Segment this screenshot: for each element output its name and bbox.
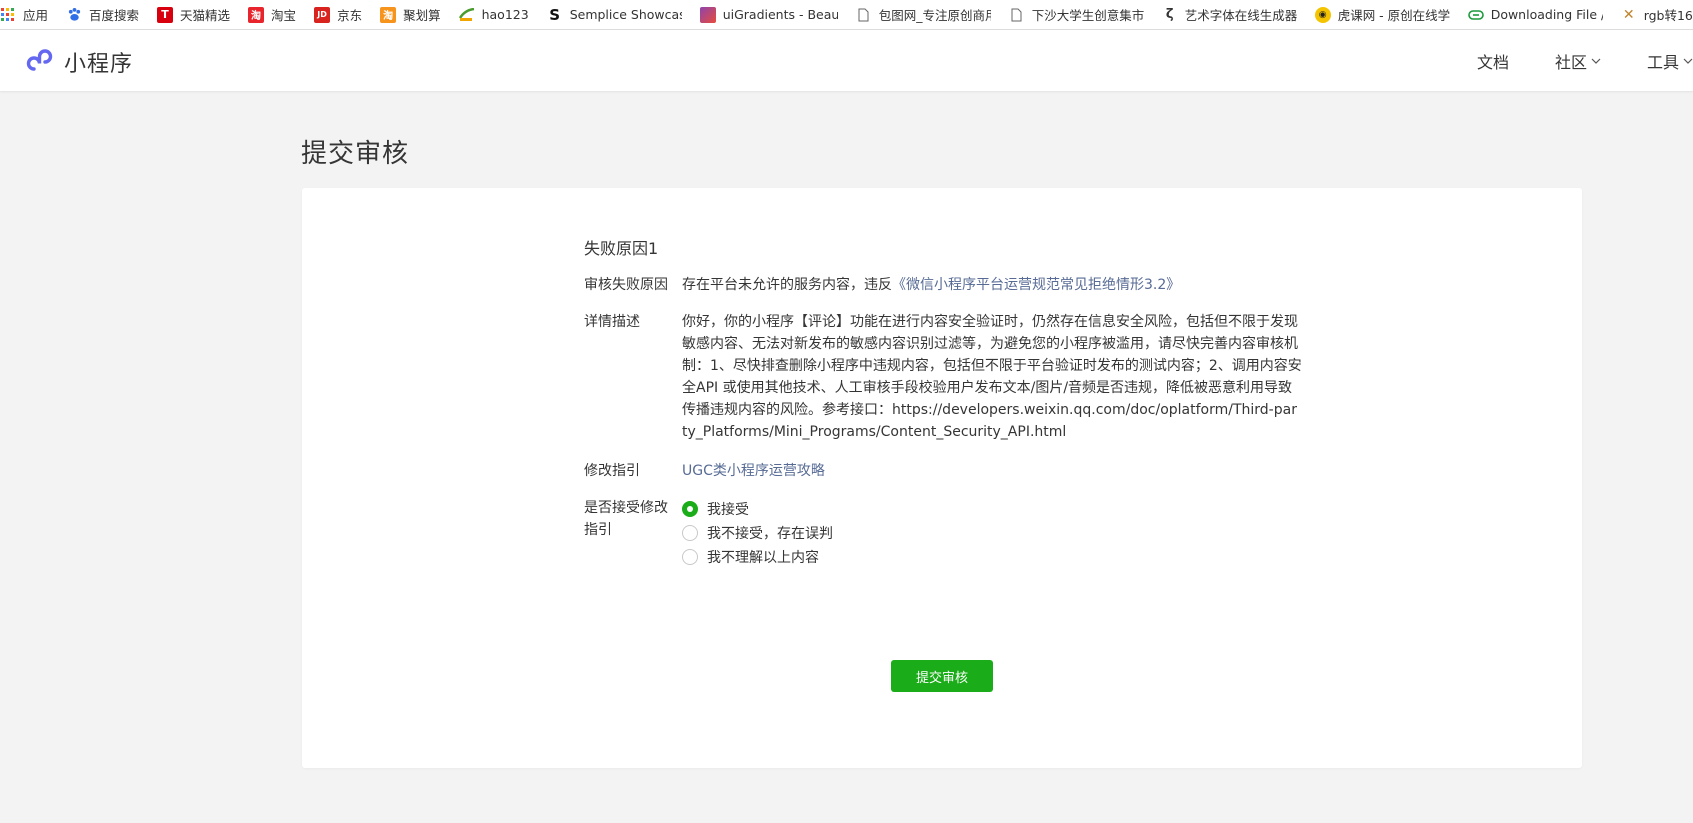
- radio-not-accept-misjudged[interactable]: 我不接受，存在误判: [682, 523, 833, 543]
- chevron-down-icon: [1591, 56, 1601, 67]
- bookmark-label: 包图网_专注原创商用: [878, 8, 991, 23]
- bookmark-label: 淘宝: [271, 8, 297, 23]
- bookmark-label: uiGradients - Beaut: [722, 7, 838, 22]
- page-icon: [856, 7, 872, 23]
- bookmark-label: 聚划算: [403, 8, 441, 23]
- top-navigation: 小程序 文档 社区 工具: [0, 30, 1693, 92]
- fail-reason-heading: 失败原因1: [584, 239, 659, 258]
- bookmark-hao123[interactable]: hao123: [453, 0, 535, 29]
- detail-description: 你好，你的小程序【评论】功能在进行内容安全验证时，仍然存在信息安全风险，包括但不…: [682, 314, 1302, 440]
- ugc-guide-link[interactable]: UGC类小程序运营攻略: [682, 463, 825, 479]
- fail-reason-text: 存在平台未允许的服务内容，违反: [682, 277, 892, 293]
- bookmark-semplice[interactable]: S Semplice Showcase: [541, 0, 688, 29]
- tools-icon: ✕: [1622, 6, 1635, 23]
- taobao-icon: 淘: [248, 6, 265, 23]
- radio-accept[interactable]: 我接受: [682, 499, 749, 519]
- bookmarks-bar: 应用 百度搜索 T 天猫精选 淘 淘宝 JD 京东 淘 聚划算 hao123 S…: [0, 0, 1693, 30]
- bookmark-label: Downloading File /: [1490, 7, 1603, 22]
- accept-guide-label: 是否接受修改指引: [584, 500, 668, 538]
- tmall-icon: T: [157, 6, 174, 23]
- bookmark-baotu[interactable]: 包图网_专注原创商用: [850, 0, 997, 29]
- semplice-icon: S: [549, 5, 561, 24]
- bookmark-label: 虎课网 - 原创在线学: [1337, 8, 1450, 23]
- juhuasuan-icon: 淘: [380, 6, 397, 23]
- radio-checked-icon: [682, 501, 698, 517]
- bookmark-rgb[interactable]: ✕ rgb转16进制: [1615, 0, 1693, 29]
- bookmark-label: 天猫精选: [180, 8, 231, 23]
- uigradients-icon: [699, 6, 716, 23]
- mini-program-logo-icon: [24, 45, 56, 79]
- bookmark-uigradients[interactable]: uiGradients - Beaut: [694, 0, 844, 29]
- bookmark-label: rgb转16进制: [1643, 8, 1693, 23]
- radio-unchecked-icon: [682, 549, 698, 565]
- fail-reason-label: 审核失败原因: [584, 277, 668, 293]
- bookmark-tmall[interactable]: T 天猫精选: [151, 0, 236, 29]
- bookmark-label: 下沙大学生创意集市(: [1031, 8, 1144, 23]
- guide-label: 修改指引: [584, 463, 640, 479]
- nav-community-label: 社区: [1554, 53, 1587, 72]
- nav-docs[interactable]: 文档: [1477, 49, 1509, 73]
- radio-not-accept-label: 我不接受，存在误判: [707, 526, 833, 542]
- nav-tools[interactable]: 工具: [1647, 49, 1693, 73]
- bookmark-juhuasuan[interactable]: 淘 聚划算: [374, 0, 447, 29]
- bookmark-downloading[interactable]: Downloading File /: [1462, 0, 1609, 29]
- radio-accept-label: 我接受: [707, 502, 749, 518]
- bookmark-baidu[interactable]: 百度搜索: [60, 0, 145, 29]
- chevron-down-icon: [1683, 56, 1693, 67]
- page-icon: [1009, 7, 1025, 23]
- bookmark-xiasha[interactable]: 下沙大学生创意集市(: [1003, 0, 1150, 29]
- hukewang-icon: ◉: [1314, 6, 1331, 23]
- baidu-paw-icon: [66, 7, 82, 23]
- bookmark-label: 京东: [337, 8, 363, 23]
- fail-reason-value: 存在平台未允许的服务内容，违反《微信小程序平台运营规范常见拒绝情形3.2》: [682, 274, 1180, 296]
- bookmark-label: 应用: [23, 8, 49, 23]
- radio-unchecked-icon: [682, 525, 698, 541]
- bookmark-hukewang[interactable]: ◉ 虎课网 - 原创在线学: [1309, 0, 1456, 29]
- download-link-icon: [1467, 7, 1484, 23]
- bookmark-label: 百度搜索: [89, 8, 140, 23]
- radio-dont-understand-label: 我不理解以上内容: [707, 550, 819, 566]
- bookmark-label: Semplice Showcase: [569, 7, 682, 22]
- submit-review-button[interactable]: 提交审核: [891, 660, 993, 692]
- art-font-icon: ζ: [1165, 7, 1174, 22]
- hao123-icon: [458, 7, 475, 23]
- guide-value: UGC类小程序运营攻略: [682, 460, 825, 482]
- nav-docs-label: 文档: [1476, 53, 1509, 72]
- bookmark-label: hao123: [481, 7, 529, 22]
- brand-name: 小程序: [64, 52, 134, 77]
- header-nav: 文档 社区 工具: [1431, 30, 1693, 92]
- apps-grid-icon: [0, 7, 16, 23]
- detail-label: 详情描述: [584, 314, 640, 330]
- bookmark-label: 艺术字体在线生成器: [1184, 8, 1297, 23]
- nav-community[interactable]: 社区: [1555, 49, 1601, 73]
- bookmark-jd[interactable]: JD 京东: [308, 0, 368, 29]
- bookmark-art-font[interactable]: ζ 艺术字体在线生成器: [1156, 0, 1303, 29]
- brand-logo-link[interactable]: 小程序: [24, 45, 133, 79]
- page-title: 提交审核: [301, 139, 410, 169]
- fail-reason-policy-link[interactable]: 《微信小程序平台运营规范常见拒绝情形3.2》: [892, 277, 1180, 293]
- bookmark-taobao[interactable]: 淘 淘宝: [242, 0, 302, 29]
- jd-icon: JD: [314, 6, 331, 23]
- bookmark-apps[interactable]: 应用: [0, 0, 54, 29]
- radio-dont-understand[interactable]: 我不理解以上内容: [682, 547, 819, 567]
- nav-tools-label: 工具: [1646, 53, 1679, 72]
